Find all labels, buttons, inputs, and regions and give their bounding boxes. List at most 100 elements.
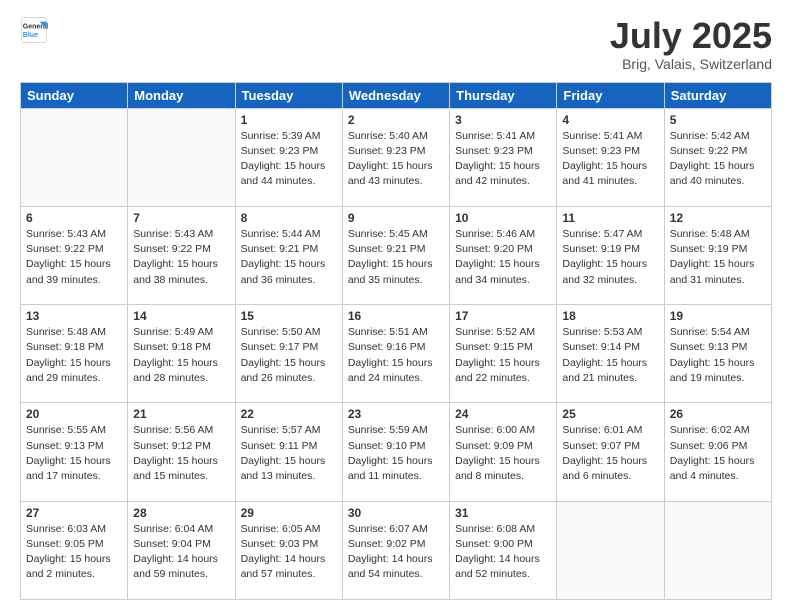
calendar-header-row: Sunday Monday Tuesday Wednesday Thursday… xyxy=(21,82,772,108)
day-number: 21 xyxy=(133,407,229,421)
col-friday: Friday xyxy=(557,82,664,108)
calendar-cell: 30Sunrise: 6:07 AMSunset: 9:02 PMDayligh… xyxy=(342,501,449,599)
col-sunday: Sunday xyxy=(21,82,128,108)
calendar-cell: 15 Sunrise: 5:50 AMSunset: 9:17 PMDayligh… xyxy=(235,305,342,403)
day-number: 15 xyxy=(241,309,337,323)
calendar-cell: 6Sunrise: 5:43 AMSunset: 9:22 PMDaylight… xyxy=(21,206,128,304)
calendar-cell: 14 Sunrise: 5:49 AMSunset: 9:18 PMDayligh… xyxy=(128,305,235,403)
day-number: 19 xyxy=(670,309,766,323)
day-number: 10 xyxy=(455,211,551,225)
calendar-week-3: 20Sunrise: 5:55 AMSunset: 9:13 PMDayligh… xyxy=(21,403,772,501)
title-block: July 2025 Brig, Valais, Switzerland xyxy=(610,16,772,72)
calendar-cell: 25 Sunrise: 6:01 AMSunset: 9:07 PMDayligh… xyxy=(557,403,664,501)
day-number: 5 xyxy=(670,113,766,127)
day-number: 23 xyxy=(348,407,444,421)
day-detail: Sunrise: 6:04 AMSunset: 9:04 PMDaylight:… xyxy=(133,522,229,583)
calendar-cell: 21 Sunrise: 5:56 AMSunset: 9:12 PMDayligh… xyxy=(128,403,235,501)
day-number: 14 xyxy=(133,309,229,323)
calendar-cell: 1 Sunrise: 5:39 AMSunset: 9:23 PMDaylight… xyxy=(235,108,342,206)
day-detail: Sunrise: 5:46 AMSunset: 9:20 PMDaylight:… xyxy=(455,227,551,288)
calendar-cell: 28 Sunrise: 6:04 AMSunset: 9:04 PMDayligh… xyxy=(128,501,235,599)
day-number: 12 xyxy=(670,211,766,225)
day-number: 3 xyxy=(455,113,551,127)
day-detail: Sunrise: 6:00 AMSunset: 9:09 PMDaylight:… xyxy=(455,423,551,484)
day-detail: Sunrise: 6:03 AMSunset: 9:05 PMDaylight:… xyxy=(26,522,122,583)
day-detail: Sunrise: 5:51 AMSunset: 9:16 PMDaylight:… xyxy=(348,325,444,386)
day-detail: Sunrise: 5:43 AMSunset: 9:22 PMDaylight:… xyxy=(26,227,122,288)
logo-icon: General Blue xyxy=(20,16,48,44)
location: Brig, Valais, Switzerland xyxy=(610,56,772,72)
calendar-cell: 27 Sunrise: 6:03 AMSunset: 9:05 PMDayligh… xyxy=(21,501,128,599)
calendar-cell: 12 Sunrise: 5:48 AMSunset: 9:19 PMDayligh… xyxy=(664,206,771,304)
day-number: 29 xyxy=(241,506,337,520)
day-detail: Sunrise: 5:48 AMSunset: 9:19 PMDaylight:… xyxy=(670,227,766,288)
day-number: 2 xyxy=(348,113,444,127)
day-detail: Sunrise: 5:41 AMSunset: 9:23 PMDaylight:… xyxy=(562,129,658,190)
calendar-week-1: 6Sunrise: 5:43 AMSunset: 9:22 PMDaylight… xyxy=(21,206,772,304)
calendar-cell: 13Sunrise: 5:48 AMSunset: 9:18 PMDayligh… xyxy=(21,305,128,403)
day-number: 30 xyxy=(348,506,444,520)
header: General Blue July 2025 Brig, Valais, Swi… xyxy=(20,16,772,72)
logo: General Blue xyxy=(20,16,48,44)
day-number: 7 xyxy=(133,211,229,225)
day-detail: Sunrise: 5:39 AMSunset: 9:23 PMDaylight:… xyxy=(241,129,337,190)
day-number: 27 xyxy=(26,506,122,520)
day-detail: Sunrise: 5:47 AMSunset: 9:19 PMDaylight:… xyxy=(562,227,658,288)
col-saturday: Saturday xyxy=(664,82,771,108)
day-detail: Sunrise: 5:56 AMSunset: 9:12 PMDaylight:… xyxy=(133,423,229,484)
calendar-cell: 31 Sunrise: 6:08 AMSunset: 9:00 PMDayligh… xyxy=(450,501,557,599)
day-detail: Sunrise: 5:49 AMSunset: 9:18 PMDaylight:… xyxy=(133,325,229,386)
calendar-cell xyxy=(664,501,771,599)
day-detail: Sunrise: 5:54 AMSunset: 9:13 PMDaylight:… xyxy=(670,325,766,386)
calendar-cell: 9Sunrise: 5:45 AMSunset: 9:21 PMDaylight… xyxy=(342,206,449,304)
day-number: 17 xyxy=(455,309,551,323)
day-number: 25 xyxy=(562,407,658,421)
calendar-cell: 3 Sunrise: 5:41 AMSunset: 9:23 PMDaylight… xyxy=(450,108,557,206)
calendar-cell: 20Sunrise: 5:55 AMSunset: 9:13 PMDayligh… xyxy=(21,403,128,501)
calendar-cell xyxy=(128,108,235,206)
calendar-cell: 26 Sunrise: 6:02 AMSunset: 9:06 PMDayligh… xyxy=(664,403,771,501)
calendar-cell xyxy=(21,108,128,206)
day-number: 11 xyxy=(562,211,658,225)
day-number: 26 xyxy=(670,407,766,421)
day-detail: Sunrise: 6:05 AMSunset: 9:03 PMDaylight:… xyxy=(241,522,337,583)
col-thursday: Thursday xyxy=(450,82,557,108)
day-detail: Sunrise: 6:08 AMSunset: 9:00 PMDaylight:… xyxy=(455,522,551,583)
calendar-cell: 5 Sunrise: 5:42 AMSunset: 9:22 PMDaylight… xyxy=(664,108,771,206)
day-detail: Sunrise: 5:57 AMSunset: 9:11 PMDaylight:… xyxy=(241,423,337,484)
day-number: 8 xyxy=(241,211,337,225)
day-detail: Sunrise: 6:02 AMSunset: 9:06 PMDaylight:… xyxy=(670,423,766,484)
calendar-table: Sunday Monday Tuesday Wednesday Thursday… xyxy=(20,82,772,600)
day-number: 22 xyxy=(241,407,337,421)
day-detail: Sunrise: 5:55 AMSunset: 9:13 PMDaylight:… xyxy=(26,423,122,484)
calendar-cell: 18Sunrise: 5:53 AMSunset: 9:14 PMDayligh… xyxy=(557,305,664,403)
day-detail: Sunrise: 5:41 AMSunset: 9:23 PMDaylight:… xyxy=(455,129,551,190)
calendar-week-4: 27 Sunrise: 6:03 AMSunset: 9:05 PMDayligh… xyxy=(21,501,772,599)
day-detail: Sunrise: 5:40 AMSunset: 9:23 PMDaylight:… xyxy=(348,129,444,190)
calendar-cell: 4Sunrise: 5:41 AMSunset: 9:23 PMDaylight… xyxy=(557,108,664,206)
day-number: 18 xyxy=(562,309,658,323)
day-number: 16 xyxy=(348,309,444,323)
day-detail: Sunrise: 6:01 AMSunset: 9:07 PMDaylight:… xyxy=(562,423,658,484)
day-detail: Sunrise: 5:48 AMSunset: 9:18 PMDaylight:… xyxy=(26,325,122,386)
day-number: 1 xyxy=(241,113,337,127)
day-number: 31 xyxy=(455,506,551,520)
day-number: 28 xyxy=(133,506,229,520)
calendar-week-0: 1 Sunrise: 5:39 AMSunset: 9:23 PMDaylight… xyxy=(21,108,772,206)
calendar-cell: 17 Sunrise: 5:52 AMSunset: 9:15 PMDayligh… xyxy=(450,305,557,403)
day-detail: Sunrise: 5:52 AMSunset: 9:15 PMDaylight:… xyxy=(455,325,551,386)
calendar-cell: 7Sunrise: 5:43 AMSunset: 9:22 PMDaylight… xyxy=(128,206,235,304)
day-detail: Sunrise: 5:42 AMSunset: 9:22 PMDaylight:… xyxy=(670,129,766,190)
calendar-cell: 16 Sunrise: 5:51 AMSunset: 9:16 PMDayligh… xyxy=(342,305,449,403)
page: General Blue July 2025 Brig, Valais, Swi… xyxy=(0,0,792,612)
col-tuesday: Tuesday xyxy=(235,82,342,108)
calendar-cell: 2 Sunrise: 5:40 AMSunset: 9:23 PMDaylight… xyxy=(342,108,449,206)
calendar-cell: 10 Sunrise: 5:46 AMSunset: 9:20 PMDayligh… xyxy=(450,206,557,304)
calendar-cell: 23Sunrise: 5:59 AMSunset: 9:10 PMDayligh… xyxy=(342,403,449,501)
calendar-cell: 29 Sunrise: 6:05 AMSunset: 9:03 PMDayligh… xyxy=(235,501,342,599)
day-detail: Sunrise: 5:50 AMSunset: 9:17 PMDaylight:… xyxy=(241,325,337,386)
day-detail: Sunrise: 5:44 AMSunset: 9:21 PMDaylight:… xyxy=(241,227,337,288)
day-number: 9 xyxy=(348,211,444,225)
calendar-cell: 11 Sunrise: 5:47 AMSunset: 9:19 PMDayligh… xyxy=(557,206,664,304)
calendar-cell xyxy=(557,501,664,599)
